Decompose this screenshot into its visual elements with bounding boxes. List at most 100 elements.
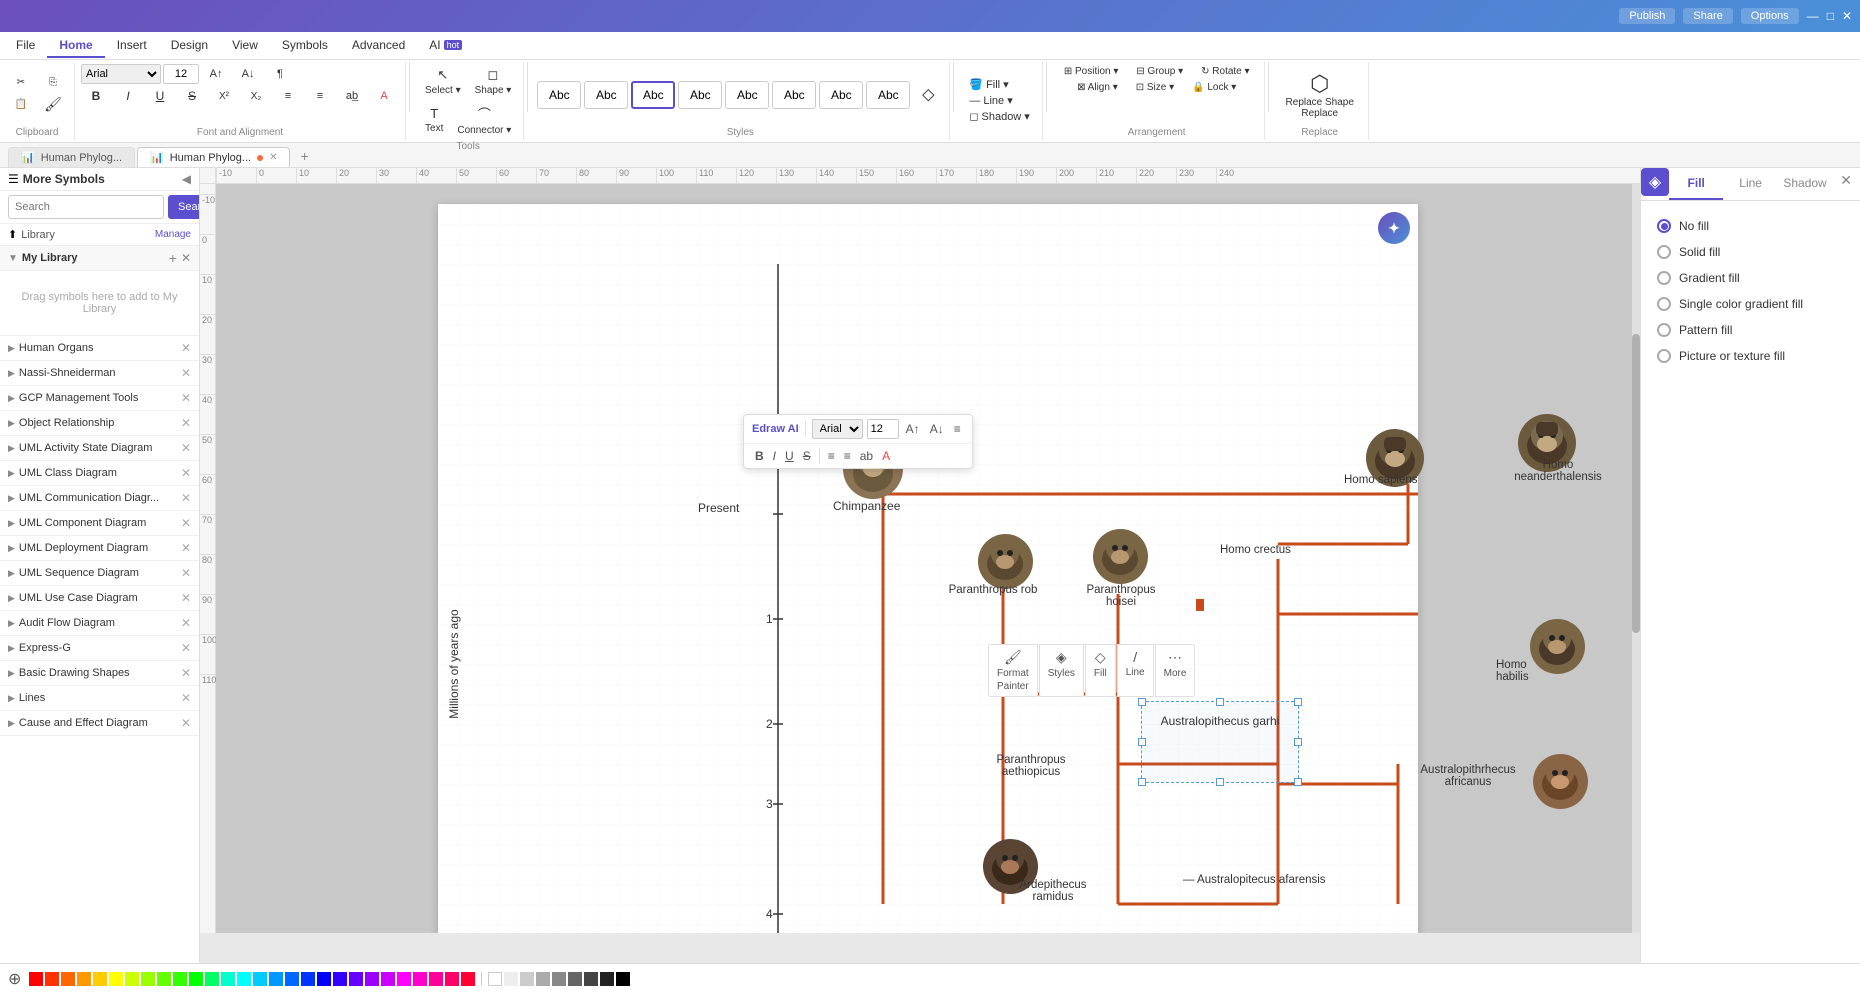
color-blue[interactable] — [285, 972, 299, 986]
close-icon[interactable]: ✕ — [181, 391, 191, 405]
align-button-r[interactable]: ⊠ Align ▾ — [1069, 80, 1126, 95]
line-dropdown-button[interactable]: — Line ▾ — [963, 93, 1036, 108]
color-dark-blue[interactable] — [301, 972, 315, 986]
fill-option-single-gradient[interactable]: Single color gradient fill — [1653, 291, 1848, 317]
float-italic[interactable]: I — [770, 447, 779, 465]
float-font-size[interactable] — [867, 419, 899, 439]
color-indigo[interactable] — [333, 972, 347, 986]
color-pure-blue[interactable] — [317, 972, 331, 986]
float-baseline[interactable]: ab — [857, 447, 876, 465]
sidebar-item-object[interactable]: ▶ Object Relationship ✕ — [0, 411, 199, 436]
color-black[interactable] — [616, 972, 630, 986]
share-button[interactable]: Share — [1683, 8, 1732, 24]
color-bright-yellow[interactable] — [109, 972, 123, 986]
color-gray[interactable] — [536, 972, 550, 986]
color-dark-gray[interactable] — [568, 972, 582, 986]
color-darker-gray[interactable] — [584, 972, 598, 986]
close-icon[interactable]: ✕ — [181, 441, 191, 455]
color-purple[interactable] — [365, 972, 379, 986]
manage-button[interactable]: Manage — [155, 229, 191, 240]
color-violet[interactable] — [349, 972, 363, 986]
size-button[interactable]: ⊡ Size ▾ — [1128, 80, 1182, 95]
replace-shape-button[interactable]: ⬡ Replace Shape Replace — [1278, 67, 1362, 123]
color-medium-gray[interactable] — [552, 972, 566, 986]
color-yellow[interactable] — [93, 972, 107, 986]
maximize-button[interactable]: □ — [1827, 9, 1834, 23]
group-button[interactable]: ⊟ Group ▾ — [1128, 64, 1191, 79]
float-font-select[interactable]: Arial — [812, 419, 863, 439]
fill-dropdown-button[interactable]: 🪣 Fill ▾ — [963, 77, 1036, 92]
color-turquoise[interactable] — [221, 972, 235, 986]
tab-ai[interactable]: AI hot — [417, 34, 474, 58]
canvas-scrollbar-vertical[interactable] — [1632, 184, 1640, 933]
close-icon[interactable]: ✕ — [181, 616, 191, 630]
close-icon[interactable]: ✕ — [181, 591, 191, 605]
canvas-page[interactable]: Millions of years ago — [438, 204, 1418, 933]
subscript-button[interactable]: X₂ — [241, 88, 271, 105]
increase-font-button[interactable]: A↑ — [201, 66, 231, 82]
sidebar-item-human-organs[interactable]: ▶ Human Organs ✕ — [0, 336, 199, 361]
color-green[interactable] — [189, 972, 203, 986]
float-list[interactable]: ≡ — [841, 447, 854, 465]
search-button[interactable]: Search — [168, 195, 200, 219]
paste-button[interactable]: 📋 — [6, 96, 36, 113]
color-orange-red[interactable] — [45, 972, 59, 986]
color-cyan[interactable] — [237, 972, 251, 986]
format-painter-button[interactable]: 🖌 Format Painter — [988, 644, 1038, 697]
list-button[interactable]: ≡ — [305, 87, 335, 105]
search-input[interactable] — [8, 195, 164, 219]
color-darkest-gray[interactable] — [600, 972, 614, 986]
canvas-area[interactable]: -10 0 10 20 30 40 50 60 70 80 90 100 110… — [200, 168, 1640, 963]
font-size-input[interactable] — [163, 64, 199, 84]
float-underline[interactable]: U — [782, 447, 797, 465]
cut-button[interactable]: ✂ — [6, 74, 36, 91]
tab-view[interactable]: View — [220, 34, 270, 58]
color-green-lime[interactable] — [157, 972, 171, 986]
color-lightest-gray[interactable] — [504, 972, 518, 986]
options-button[interactable]: Options — [1741, 8, 1799, 24]
tab-advanced[interactable]: Advanced — [340, 34, 417, 58]
scroll-thumb-vertical[interactable] — [1632, 334, 1640, 634]
sidebar-item-cause[interactable]: ▶ Cause and Effect Diagram ✕ — [0, 711, 199, 736]
close-icon[interactable]: ✕ — [181, 516, 191, 530]
color-pink[interactable] — [397, 972, 411, 986]
sidebar-item-audit[interactable]: ▶ Audit Flow Diagram ✕ — [0, 611, 199, 636]
style-swatch-4[interactable]: Abc — [678, 81, 722, 109]
close-icon[interactable]: ✕ — [181, 341, 191, 355]
close-button[interactable]: ✕ — [1842, 9, 1852, 23]
italic-button[interactable]: I — [113, 86, 143, 106]
float-increase-font[interactable]: A↑ — [903, 420, 923, 438]
rotate-button[interactable]: ↻ Rotate ▾ — [1193, 64, 1257, 79]
sidebar-item-uml-activity[interactable]: ▶ UML Activity State Diagram ✕ — [0, 436, 199, 461]
color-yellow-green[interactable] — [125, 972, 139, 986]
select-button[interactable]: ↖ Select ▾ — [419, 64, 467, 99]
sidebar-item-uml-seq[interactable]: ▶ UML Sequence Diagram ✕ — [0, 561, 199, 586]
float-decrease-font[interactable]: A↓ — [927, 420, 947, 438]
position-button[interactable]: ⊞ Position ▾ — [1056, 64, 1127, 79]
add-color-button[interactable]: ⊕ — [8, 969, 21, 989]
align-button[interactable]: ≡ — [273, 87, 303, 105]
color-orange[interactable] — [61, 972, 75, 986]
style-swatch-5[interactable]: Abc — [725, 81, 769, 109]
close-icon[interactable]: ✕ — [181, 716, 191, 730]
color-azure[interactable] — [269, 972, 283, 986]
style-swatch-7[interactable]: Abc — [819, 81, 863, 109]
publish-button[interactable]: Publish — [1619, 8, 1675, 24]
sidebar-collapse-button[interactable]: ◀ — [182, 172, 191, 186]
close-library-button[interactable]: ✕ — [181, 251, 191, 265]
doc-tab-2[interactable]: 📊 Human Phylog... ✕ — [137, 147, 290, 167]
tab-design[interactable]: Design — [159, 34, 220, 58]
float-font-color[interactable]: A — [879, 447, 893, 465]
fill-option-none[interactable]: No fill — [1653, 213, 1848, 239]
connector-button[interactable]: ⌒ Connector ▾ — [451, 101, 517, 139]
sidebar-item-uml-usecase[interactable]: ▶ UML Use Case Diagram ✕ — [0, 586, 199, 611]
color-magenta[interactable] — [381, 972, 395, 986]
float-bold[interactable]: B — [752, 447, 767, 465]
float-strikethrough[interactable]: S — [800, 447, 814, 465]
right-tab-fill[interactable]: Fill — [1669, 168, 1723, 200]
fill-button[interactable]: ◇ Fill — [1085, 644, 1116, 697]
color-red[interactable] — [29, 972, 43, 986]
right-panel-close[interactable]: ✕ — [1832, 168, 1860, 200]
doc-tab-1[interactable]: 📊 Human Phylog... — [8, 147, 135, 167]
add-tab-button[interactable]: + — [292, 145, 316, 167]
